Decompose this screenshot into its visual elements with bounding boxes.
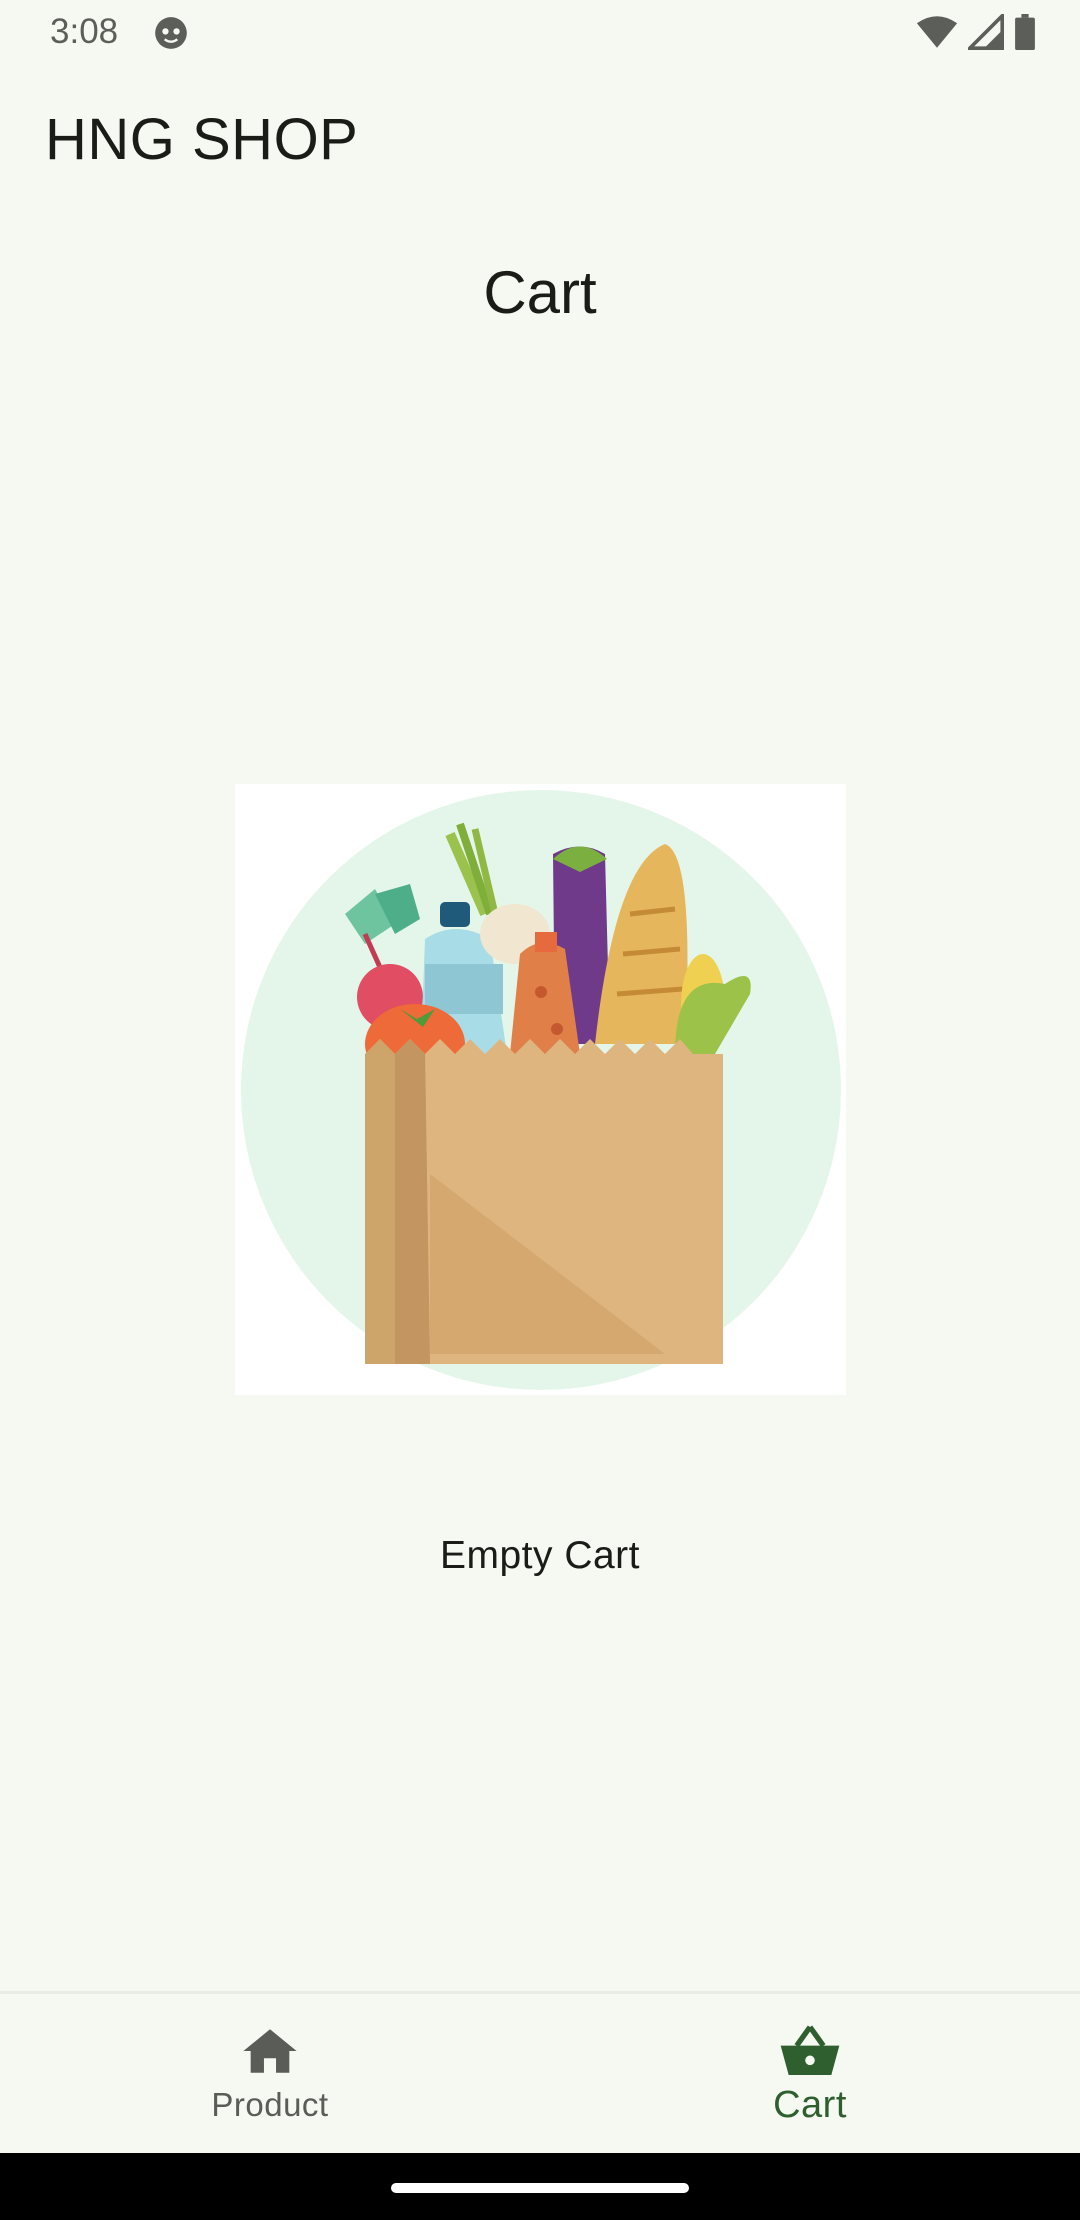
grocery-bag-illustration — [235, 784, 846, 1395]
nav-label-product: Product — [211, 2086, 329, 2123]
nav-item-cart[interactable]: Cart — [540, 1994, 1080, 2156]
system-navigation-bar — [0, 2153, 1080, 2220]
home-icon — [243, 2029, 297, 2073]
battery-icon — [1015, 14, 1035, 50]
signal-icon — [968, 14, 1004, 50]
page-title: Cart — [483, 259, 597, 326]
status-time: 3:08 — [50, 12, 119, 51]
wifi-icon — [916, 16, 958, 48]
bottom-navigation: Product Cart — [0, 1991, 1080, 2156]
nav-label-cart: Cart — [773, 2083, 847, 2126]
app-title: HNG SHOP — [45, 107, 359, 172]
empty-cart-message: Empty Cart — [439, 1534, 641, 1577]
home-gesture-handle[interactable] — [391, 2183, 689, 2193]
nav-item-product[interactable]: Product — [0, 1994, 540, 2156]
notification-face-icon — [155, 17, 187, 49]
status-bar: 3:08 — [0, 0, 1080, 66]
basket-icon — [780, 2024, 840, 2075]
